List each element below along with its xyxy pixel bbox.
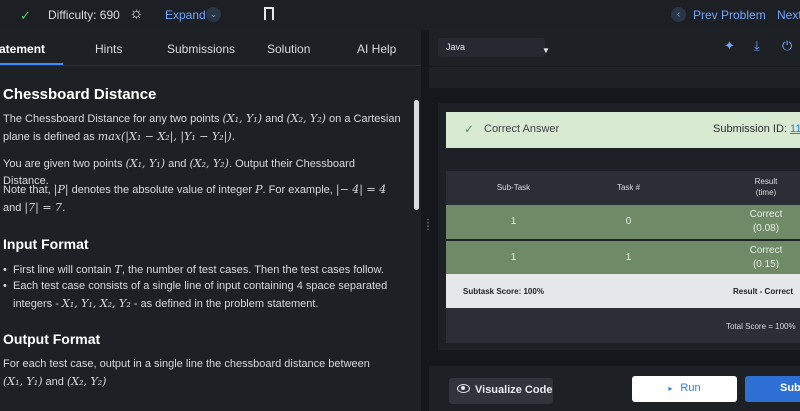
tab-statement[interactable]: Statement	[0, 42, 45, 56]
code-editor[interactable]	[429, 66, 800, 88]
expand-button[interactable]: Expand	[165, 8, 206, 22]
table-row: 1 1 Correct (0.15)	[446, 240, 800, 274]
top-bar: ✓ Difficulty: 690 ☼ Expand ⌄ ‹ Prev Prob…	[0, 0, 800, 30]
download-icon[interactable]: ⤓	[754, 38, 760, 54]
power-icon[interactable]: ⏻	[782, 38, 792, 54]
theme-sun-icon[interactable]: ☼	[129, 5, 144, 23]
submission-id-link[interactable]: 114	[790, 123, 800, 135]
tab-ai-help[interactable]: AI Help	[357, 42, 396, 56]
statement-scrollbar[interactable]	[414, 100, 419, 210]
statement-paragraph-1: The Chessboard Distance for any two poin…	[3, 112, 401, 143]
eye-icon	[457, 384, 470, 393]
table-row: 1 0 Correct (0.08)	[446, 205, 800, 239]
magic-wand-icon[interactable]: ✦	[724, 38, 735, 54]
problem-tabs: Statement Hints Submissions Solution AI …	[0, 30, 421, 66]
list-item: • First line will contain T, the number o…	[3, 263, 384, 276]
chevron-down-icon[interactable]: ⌄	[206, 7, 221, 22]
problem-title: Chessboard Distance	[3, 86, 157, 103]
output-format-heading: Output Format	[3, 331, 101, 347]
result-panel: ✓ Correct Answer Submission ID: 114 Sub-…	[438, 103, 800, 350]
status-banner: ✓ Correct Answer Submission ID: 114	[446, 112, 800, 148]
submit-button[interactable]: Submit	[745, 376, 800, 402]
editor-panel: Java ▼ ✦ ⤓ ⏻ ✓ Correct Answer Submission…	[429, 30, 800, 411]
list-item: • Each test case consists of a single lin…	[3, 280, 388, 310]
statement-paragraph-3: Note that, |P| denotes the absolute valu…	[3, 183, 387, 214]
table-header: Sub-Task Task # Result (time)	[446, 171, 800, 205]
submission-id: Submission ID: 114	[713, 123, 800, 135]
tab-submissions[interactable]: Submissions	[167, 42, 235, 56]
caret-down-icon: ▼	[542, 46, 550, 55]
visualize-code-button[interactable]: Visualize Code	[449, 378, 553, 404]
status-text: Correct Answer	[484, 123, 560, 135]
check-icon: ✓	[20, 8, 31, 23]
prev-problem-button[interactable]: Prev Problem	[693, 8, 766, 22]
statement-content: Chessboard Distance The Chessboard Dista…	[0, 66, 414, 411]
difficulty-label: Difficulty: 690	[48, 8, 120, 22]
next-problem-button[interactable]: Next	[777, 8, 800, 22]
bookmark-icon[interactable]	[264, 7, 274, 24]
check-icon: ✓	[464, 122, 475, 136]
language-select[interactable]: Java ▼	[438, 38, 550, 57]
tab-solution[interactable]: Solution	[267, 42, 310, 56]
active-tab-indicator	[0, 63, 63, 65]
tab-hints[interactable]: Hints	[95, 42, 122, 56]
problem-panel: Statement Hints Submissions Solution AI …	[0, 30, 421, 411]
total-score-row: Total Score = 100%	[446, 308, 800, 343]
editor-footer: Visualize Code ▸Run Submit	[429, 366, 800, 411]
play-icon: ▸	[668, 384, 673, 393]
output-paragraph: For each test case, output in a single l…	[3, 358, 370, 388]
editor-toolbar: Java ▼ ✦ ⤓ ⏻	[429, 30, 800, 66]
run-button[interactable]: ▸ Run	[632, 376, 737, 402]
chevron-left-icon[interactable]: ‹	[671, 7, 686, 22]
subtask-score-row: Subtask Score: 100% Result - Correct	[446, 274, 800, 308]
input-format-heading: Input Format	[3, 236, 89, 252]
